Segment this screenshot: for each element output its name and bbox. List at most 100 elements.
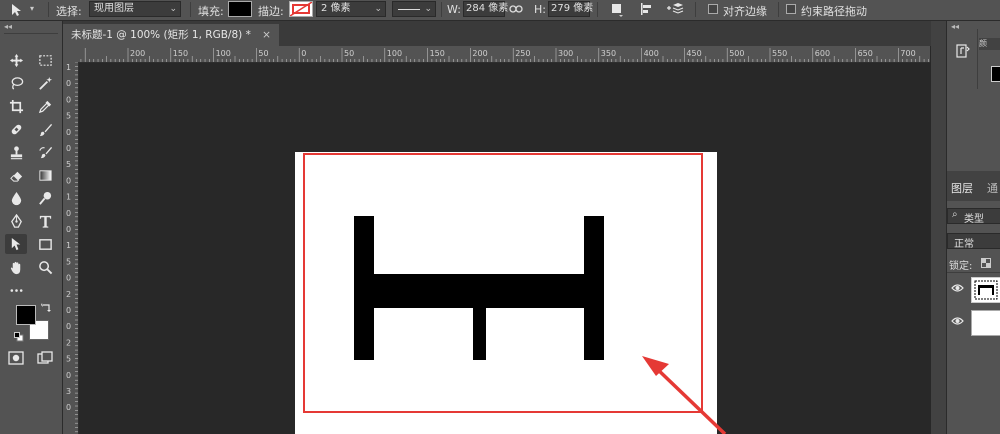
crop-tool-icon[interactable]: [5, 96, 27, 116]
ruler-tick-label: 3: [66, 387, 71, 396]
blur-tool-icon[interactable]: [5, 188, 27, 208]
ruler-tick-label: 700: [900, 49, 915, 58]
eraser-tool-icon[interactable]: [5, 165, 27, 185]
layer-thumbnail: [971, 277, 1000, 303]
tab-layers[interactable]: 图层: [951, 180, 973, 196]
collapse-panel-icon[interactable]: ◂◂: [4, 22, 12, 31]
visibility-eye-icon[interactable]: [951, 283, 964, 296]
width-input[interactable]: 284 像素: [463, 1, 508, 17]
ruler-tick-label: 200: [472, 49, 487, 58]
path-alignment-icon[interactable]: [640, 2, 654, 20]
fill-swatch[interactable]: [228, 1, 252, 17]
divider: [48, 2, 49, 17]
ruler-tick-label: 0: [66, 95, 71, 104]
hand-tool-icon[interactable]: [5, 257, 27, 277]
blend-mode-dropdown[interactable]: 正常: [947, 233, 1000, 250]
close-tab-icon[interactable]: ×: [262, 29, 271, 41]
stroke-type-dropdown[interactable]: ⌄: [392, 1, 436, 17]
ruler-tick-label: 5: [66, 257, 71, 266]
history-brush-tool-icon[interactable]: [34, 142, 56, 162]
path-selection-tool-icon[interactable]: [5, 234, 27, 254]
ruler-tick-label: 5: [66, 355, 71, 364]
ruler-tick-label: 5: [66, 112, 71, 121]
gradient-tool-icon[interactable]: [34, 165, 56, 185]
ruler-tick-label: 300: [558, 49, 573, 58]
collapse-panel-icon[interactable]: ◂◂: [951, 22, 959, 31]
ruler-tick-label: 50: [344, 49, 354, 58]
canvas-area[interactable]: [79, 63, 931, 434]
zoom-tool-icon[interactable]: [34, 257, 56, 277]
clone-stamp-tool-icon[interactable]: [5, 142, 27, 162]
lock-transparency-icon[interactable]: [981, 258, 991, 271]
horizontal-ruler[interactable]: 200 150 100 50 0 50 100 150 200 250 300 350 400 450 50…: [78, 46, 930, 63]
tab-channels[interactable]: 通: [987, 180, 998, 196]
ruler-tick-label: 500: [729, 49, 744, 58]
swap-colors-icon[interactable]: [41, 303, 51, 316]
foreground-color-swatch[interactable]: [16, 305, 36, 325]
align-edges-checkbox[interactable]: [708, 4, 718, 14]
options-bar: ▾ 选择: 现用图层 ⌄ 填充: 描边: 2 像素 ⌄ ⌄ W: 284 像素 …: [0, 0, 1000, 21]
eyedropper-tool-icon[interactable]: [34, 96, 56, 116]
quick-mask-icon[interactable]: [8, 351, 24, 368]
history-panel-icon[interactable]: [955, 43, 971, 62]
lasso-tool-icon[interactable]: [5, 73, 27, 93]
link-icon[interactable]: [509, 4, 523, 17]
ruler-tick-label: 0: [66, 322, 71, 331]
type-tool-icon[interactable]: [34, 211, 56, 231]
divider: [190, 2, 191, 17]
path-select-tool-icon[interactable]: [8, 2, 24, 18]
visibility-eye-icon[interactable]: [951, 316, 964, 329]
height-input[interactable]: 279 像素: [548, 1, 594, 17]
healing-brush-tool-icon[interactable]: [5, 119, 27, 139]
panel-divider: [977, 29, 978, 89]
layer-row-shape[interactable]: [947, 274, 1000, 306]
magic-wand-tool-icon[interactable]: [34, 73, 56, 93]
shape-layer[interactable]: [79, 63, 931, 434]
rectangle-tool-icon[interactable]: [34, 234, 56, 254]
ruler-tick-label: 0: [66, 225, 71, 234]
fill-label: 填充:: [198, 5, 224, 18]
ruler-origin[interactable]: [63, 46, 78, 62]
screen-mode-icon[interactable]: [37, 351, 53, 368]
more-tools-icon[interactable]: [5, 280, 27, 300]
divider: [441, 2, 442, 17]
ruler-tick-label: 250: [515, 49, 530, 58]
stroke-width-dropdown[interactable]: 2 像素 ⌄: [316, 1, 386, 17]
stroke-width-value: 2 像素: [321, 3, 351, 14]
ruler-tick-label: 450: [686, 49, 701, 58]
ruler-tick-label: 0: [66, 128, 71, 137]
divider: [597, 2, 598, 17]
pen-tool-icon[interactable]: [5, 211, 27, 231]
ruler-tick-label: 2: [66, 338, 71, 347]
path-arrangement-icon[interactable]: [666, 1, 684, 21]
dodge-tool-icon[interactable]: [34, 188, 56, 208]
layer-filter-dropdown[interactable]: ⌕ 类型: [947, 208, 1000, 225]
select-mode-dropdown[interactable]: 现用图层 ⌄: [89, 1, 181, 17]
lock-label: 锁定:: [949, 261, 973, 272]
stroke-swatch[interactable]: [289, 1, 313, 17]
pointer-arrow-head: [642, 356, 669, 376]
brush-tool-icon[interactable]: [34, 119, 56, 139]
tool-preset-chevron-icon[interactable]: ▾: [30, 4, 34, 13]
ruler-tick-label: 0: [66, 79, 71, 88]
panel-swatch: [991, 66, 1000, 82]
select-mode-value: 现用图层: [94, 3, 134, 14]
panel-divider: [947, 272, 1000, 273]
vertical-ruler[interactable]: 1 0 0 5 0 0 5 0 1 0 0 1 5 0 2 0 0 2 5 0 3 0: [63, 62, 79, 434]
move-tool-icon[interactable]: [5, 50, 27, 70]
height-value: 279 像素: [551, 3, 594, 14]
ruler-tick-label: 50: [258, 49, 268, 58]
path-operations-icon[interactable]: [610, 2, 624, 20]
default-colors-icon[interactable]: [14, 332, 24, 345]
divider: [778, 2, 779, 17]
constrain-path-checkbox[interactable]: [786, 4, 796, 14]
chevron-down-icon: ⌄: [169, 4, 177, 14]
layer-row-background[interactable]: [947, 307, 1000, 339]
marquee-tool-icon[interactable]: [34, 50, 56, 70]
right-panel-dock: ◂◂ 颜 图层 通 ⌕ 类型 正常 锁定:: [946, 21, 1000, 434]
pointer-arrow-line: [651, 363, 727, 434]
document-tab-title: 未标题-1 @ 100% (矩形 1, RGB/8) *: [71, 29, 251, 41]
ruler-tick-label: 2: [66, 290, 71, 299]
document-tab[interactable]: 未标题-1 @ 100% (矩形 1, RGB/8) * ×: [63, 24, 279, 46]
constrain-path-label: 约束路径拖动: [801, 5, 867, 18]
